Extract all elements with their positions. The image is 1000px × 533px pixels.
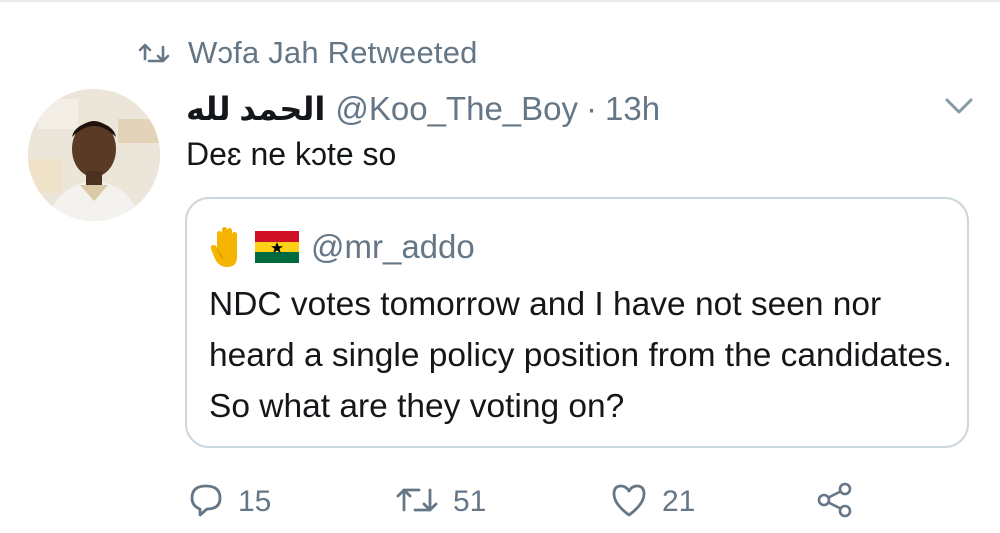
retweet-context-text: Wɔfa Jah Retweeted <box>188 35 478 70</box>
avatar[interactable] <box>28 89 160 221</box>
user-handle[interactable]: @Koo_The_Boy <box>335 90 578 128</box>
raised-hand-icon <box>209 225 245 269</box>
tweet-actions: 15 51 21 <box>0 470 1000 530</box>
tweet-text: Deɛ ne kɔte so <box>186 136 397 172</box>
timestamp[interactable]: 13h <box>605 90 660 128</box>
display-name[interactable]: الحمد لله <box>186 90 325 128</box>
retweet-context[interactable]: Wɔfa Jah Retweeted <box>138 33 478 73</box>
reply-icon <box>188 482 224 523</box>
quoted-tweet[interactable]: @mr_addo NDC votes tomorrow and I have n… <box>185 197 969 448</box>
tweet-header: الحمد لله @Koo_The_Boy · 13h <box>186 86 660 132</box>
chevron-down-icon[interactable] <box>943 95 975 117</box>
share-icon <box>815 482 855 523</box>
retweet-count: 51 <box>453 485 487 518</box>
heart-icon <box>610 482 648 523</box>
quoted-tweet-text: NDC votes tomorrow and I have not seen n… <box>209 286 953 425</box>
retweet-icon <box>138 41 170 65</box>
quoted-tweet-header: @mr_addo <box>209 223 475 271</box>
like-count: 21 <box>662 485 696 518</box>
divider <box>0 0 1000 2</box>
retweet-button[interactable]: 51 <box>395 480 486 524</box>
ghana-flag-icon <box>255 231 299 263</box>
user-avatar <box>28 89 160 221</box>
like-button[interactable]: 21 <box>610 480 695 524</box>
share-button[interactable] <box>815 480 855 524</box>
separator-dot: · <box>586 90 598 127</box>
retweet-icon <box>395 484 439 521</box>
tweet-view: Wɔfa Jah Retweeted الحمد لله @Koo_The_Bo… <box>0 0 1000 533</box>
reply-button[interactable]: 15 <box>188 480 271 524</box>
reply-count: 15 <box>238 485 272 518</box>
quoted-user-handle[interactable]: @mr_addo <box>311 228 475 266</box>
